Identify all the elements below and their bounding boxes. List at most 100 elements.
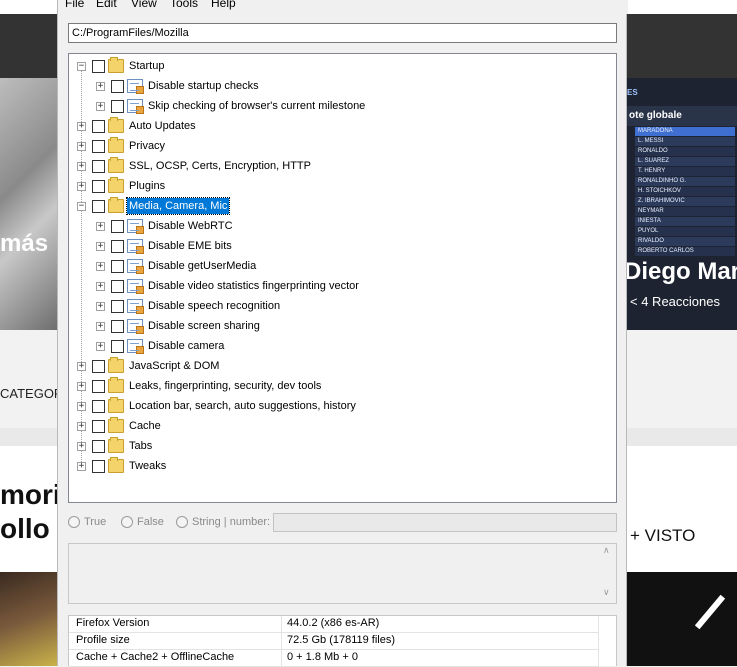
info-key: Profile size [76,634,130,646]
tree-checkbox[interactable] [92,420,105,433]
string-number-input[interactable] [273,513,617,532]
info-key: Cache + Cache2 + OfflineCache [76,651,235,663]
background-right-headline[interactable]: Diego Mar [624,258,737,286]
scroll-up-icon[interactable]: ∧ [603,546,610,556]
slash-icon [694,594,726,630]
description-box[interactable]: ∧ ∨ [68,543,617,604]
settings-tree[interactable]: − Startup + Disable startup checks + Skip che… [68,53,617,503]
radio-true-label: True [84,516,107,528]
expand-icon[interactable]: + [77,162,86,171]
setting-file-icon [127,299,144,314]
expand-icon[interactable]: + [96,282,105,291]
expand-icon[interactable]: + [77,362,86,371]
tree-checkbox[interactable] [92,120,105,133]
expand-icon[interactable]: + [77,142,86,151]
background-left-headline[interactable]: más [0,230,48,258]
menu-edit[interactable]: Edit [96,0,117,10]
tree-checkbox[interactable] [92,140,105,153]
tree-node-label: Tweaks [129,460,167,472]
tree-checkbox[interactable] [111,240,124,253]
tree-checkbox[interactable] [111,220,124,233]
tree-checkbox[interactable] [92,380,105,393]
value-radio-group: True False String | number: [68,512,617,534]
expand-icon[interactable]: + [96,342,105,351]
collapse-icon[interactable]: − [77,202,86,211]
tree-checkbox[interactable] [111,300,124,313]
tree-node-label: Disable video statistics fingerprinting … [148,280,359,292]
expand-icon[interactable]: + [96,262,105,271]
setting-file-icon [127,99,144,114]
background-right-image[interactable]: ES ote globale MARADONA L. MESSI RONALDO L.… [627,78,737,330]
rating-row: PUYOL [635,227,735,236]
background-bottom-headline[interactable]: mori ollo [0,478,61,546]
expand-icon[interactable]: + [77,382,86,391]
rating-header: ote globale [627,106,737,126]
radio-false-circle [121,516,133,528]
profile-path-input[interactable]: C:/ProgramFiles/Mozilla [68,23,617,43]
tree-node-label: Leaks, fingerprinting, security, dev too… [129,380,322,392]
expand-icon[interactable]: + [96,102,105,111]
folder-icon [108,417,124,433]
expand-icon[interactable]: + [96,322,105,331]
tree-checkbox[interactable] [92,60,105,73]
folder-icon [108,377,124,393]
radio-false-label: False [137,516,164,528]
menu-file[interactable]: File [65,0,84,10]
tree-checkbox[interactable] [111,280,124,293]
setting-file-icon [127,279,144,294]
expand-icon[interactable]: + [77,422,86,431]
info-key: Firefox Version [76,617,150,629]
tree-node-label: Skip checking of browser's current miles… [148,100,366,112]
scroll-down-icon[interactable]: ∨ [603,588,610,598]
folder-icon [108,357,124,373]
folder-icon [108,117,124,133]
description-scrollbar[interactable]: ∧ ∨ [599,544,616,603]
tree-checkbox[interactable] [92,400,105,413]
tree-checkbox[interactable] [111,320,124,333]
tree-node-label: Location bar, search, auto suggestions, … [129,400,356,412]
expand-icon[interactable]: + [77,182,86,191]
rating-logo: ES [627,88,638,97]
expand-icon[interactable]: + [96,242,105,251]
tree-checkbox[interactable] [92,360,105,373]
info-value: 72.5 Gb (178119 files) [287,634,396,646]
categories-label[interactable]: CATEGOR [0,386,63,401]
tree-checkbox[interactable] [111,340,124,353]
menu-tools[interactable]: Tools [170,0,198,10]
info-scrollbar[interactable] [598,616,616,667]
tree-checkbox[interactable] [111,100,124,113]
expand-icon[interactable]: + [77,442,86,451]
app-window: File Edit View Tools Help C:/ProgramFile… [57,0,628,667]
info-row: Profile size 72.5 Gb (178119 files) [69,633,599,650]
tree-checkbox[interactable] [92,200,105,213]
expand-icon[interactable]: + [77,122,86,131]
tree-node-label: Tabs [129,440,153,452]
expand-icon[interactable]: + [77,462,86,471]
tree-checkbox[interactable] [111,80,124,93]
radio-true-circle [68,516,80,528]
menu-view[interactable]: View [131,0,157,10]
tree-node-label: Privacy [129,140,166,152]
collapse-icon[interactable]: − [77,62,86,71]
menu-help[interactable]: Help [211,0,236,10]
reactions-label[interactable]: < 4 Reacciones [630,294,720,309]
expand-icon[interactable]: + [96,302,105,311]
tree-checkbox[interactable] [92,460,105,473]
tree-checkbox[interactable] [111,260,124,273]
tree-checkbox[interactable] [92,180,105,193]
tree-node-label: Cache [129,420,161,432]
tree-node-label: Disable camera [148,340,225,352]
info-row: Firefox Version 44.0.2 (x86 es-AR) [69,616,599,633]
expand-icon[interactable]: + [96,222,105,231]
menu-bar: File Edit View Tools Help [58,0,628,14]
info-value: 44.0.2 (x86 es-AR) [287,617,380,629]
rating-row: RONALDINHO G. [635,177,735,186]
expand-icon[interactable]: + [77,402,86,411]
expand-icon[interactable]: + [96,82,105,91]
tree-checkbox[interactable] [92,440,105,453]
visto-button[interactable]: + VISTO [630,526,695,546]
folder-icon [108,57,124,73]
folder-icon [108,397,124,413]
radio-string-label: String | number: [192,516,271,528]
tree-checkbox[interactable] [92,160,105,173]
